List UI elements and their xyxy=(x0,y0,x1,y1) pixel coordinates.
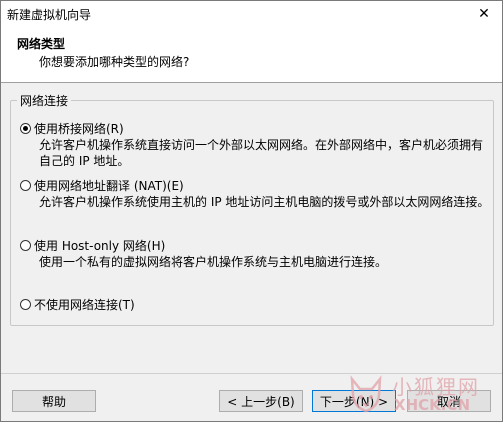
watermark-en: XHCK.CN xyxy=(394,396,471,414)
option-nat[interactable]: 使用网络地址翻译 (NAT)(E) 允许客户机操作系统使用主机的 IP 地址访问… xyxy=(20,177,495,210)
back-button[interactable]: < 上一步(B) xyxy=(219,390,303,412)
option-host-only-description: 使用一个私有的虚拟网络将客户机操作系统与主机电脑进行连接。 xyxy=(39,255,388,269)
option-no-network-label[interactable]: 不使用网络连接(T) xyxy=(34,296,135,313)
watermark: 小狐狸网 XHCK.CN xyxy=(348,369,498,419)
option-bridged-label[interactable]: 使用桥接网络(R) xyxy=(34,120,124,137)
radio-nat[interactable] xyxy=(20,179,31,191)
option-host-only[interactable]: 使用 Host-only 网络(H) 使用一个私有的虚拟网络将客户机操作系统与主… xyxy=(20,237,495,270)
radio-host-only[interactable] xyxy=(20,239,31,251)
option-bridged-description: 允许客户机操作系统直接访问一个外部以太网网络。在外部网络中，客户机必须拥有自己的… xyxy=(39,138,484,168)
wizard-window: 新建虚拟机向导 ✕ 网络类型 你想要添加哪种类型的网络? 网络连接 使用桥接网络… xyxy=(0,0,503,422)
help-button[interactable]: 帮助 xyxy=(12,390,96,412)
window-title: 新建虚拟机向导 xyxy=(7,8,92,22)
option-host-only-label[interactable]: 使用 Host-only 网络(H) xyxy=(34,237,165,254)
close-icon[interactable]: ✕ xyxy=(466,1,502,26)
group-legend: 网络连接 xyxy=(17,92,72,109)
page-subtitle: 你想要添加哪种类型的网络? xyxy=(39,55,190,69)
fox-logo-icon xyxy=(350,375,382,413)
option-nat-label[interactable]: 使用网络地址翻译 (NAT)(E) xyxy=(34,177,184,194)
title-bar[interactable]: 新建虚拟机向导 ✕ xyxy=(1,1,502,26)
option-bridged[interactable]: 使用桥接网络(R) 允许客户机操作系统直接访问一个外部以太网网络。在外部网络中，… xyxy=(20,120,495,169)
option-nat-description: 允许客户机操作系统使用主机的 IP 地址访问主机电脑的拨号或外部以太网网络连接。 xyxy=(39,195,490,209)
page-title: 网络类型 xyxy=(17,37,66,51)
radio-bridged[interactable] xyxy=(20,122,31,134)
radio-no-network[interactable] xyxy=(20,298,31,310)
option-no-network[interactable]: 不使用网络连接(T) xyxy=(20,296,495,312)
wizard-header: 网络类型 你想要添加哪种类型的网络? xyxy=(1,26,502,83)
